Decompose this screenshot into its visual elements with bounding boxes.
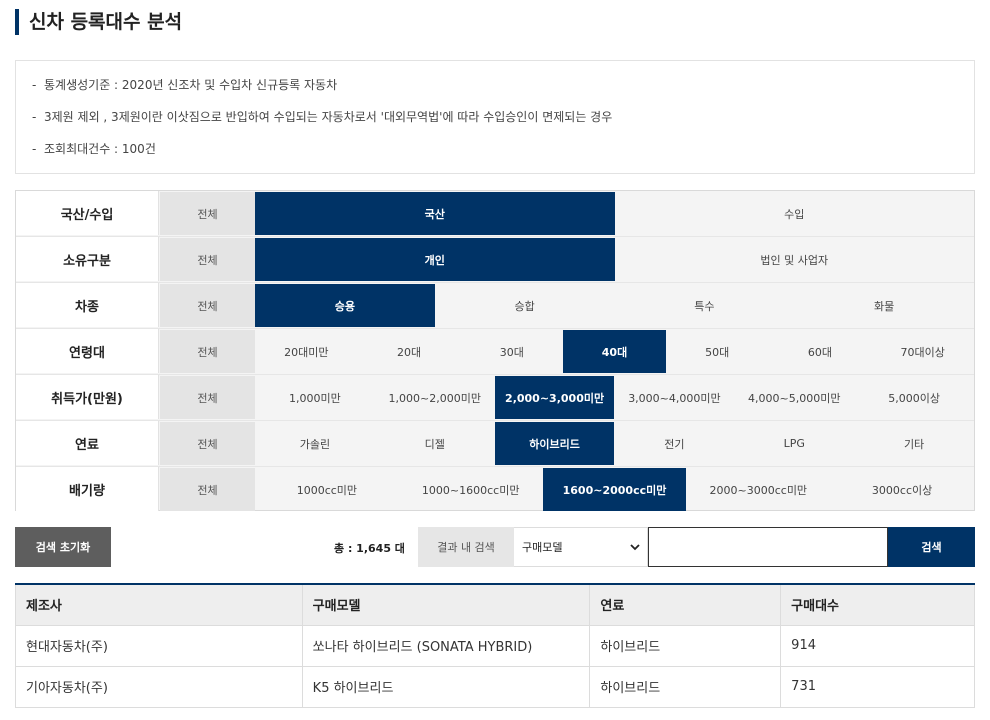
filter-option[interactable]: 70대이상 bbox=[871, 330, 974, 373]
filter-label: 국산/수입 bbox=[16, 191, 159, 235]
filter-option-all[interactable]: 전체 bbox=[160, 376, 255, 419]
filter-option[interactable]: 법인 및 사업자 bbox=[615, 238, 975, 281]
bullet-dash: - bbox=[32, 142, 37, 156]
filter-option[interactable]: 40대 bbox=[563, 330, 666, 373]
filter-label: 연료 bbox=[16, 421, 159, 465]
filter-option[interactable]: 화물 bbox=[794, 284, 974, 327]
search-button[interactable]: 검색 bbox=[888, 527, 975, 567]
table-row: 기아자동차(주) K5 하이브리드 하이브리드 731 bbox=[15, 665, 975, 708]
info-line: -3제원 제외 , 3제원이란 이삿짐으로 반입하여 수입되는 자동차로서 '대… bbox=[32, 108, 974, 140]
info-text: 3제원 제외 , 3제원이란 이삿짐으로 반입하여 수입되는 자동차로서 '대외… bbox=[44, 110, 613, 124]
column-header-count: 구매대수 bbox=[780, 584, 975, 626]
filter-option[interactable]: 특수 bbox=[615, 284, 795, 327]
filter-option[interactable]: 국산 bbox=[255, 192, 615, 235]
filter-label: 소유구분 bbox=[16, 237, 159, 281]
reset-search-button[interactable]: 검색 초기화 bbox=[15, 527, 111, 567]
filter-option[interactable]: 2,000~3,000미만 bbox=[494, 376, 615, 419]
filter-row-vehicle-type: 차종 전체 승용 승합 특수 화물 bbox=[16, 283, 974, 327]
filter-row-displacement: 배기량 전체 1000cc미만 1000~1600cc미만 1600~2000cc미만 2… bbox=[16, 467, 974, 511]
filter-option[interactable]: 디젤 bbox=[375, 422, 495, 465]
filter-option[interactable]: 4,000~5,000미만 bbox=[734, 376, 854, 419]
filter-option-all[interactable]: 전체 bbox=[160, 468, 255, 511]
search-field-select[interactable]: 구매모델 bbox=[514, 527, 648, 567]
filter-option[interactable]: 30대 bbox=[460, 330, 563, 373]
filter-option[interactable]: 50대 bbox=[666, 330, 769, 373]
filter-option[interactable]: 기타 bbox=[854, 422, 974, 465]
filter-row-age: 연령대 전체 20대미만 20대 30대 40대 50대 60대 70대이상 bbox=[16, 329, 974, 373]
filter-option[interactable]: 가솔린 bbox=[255, 422, 375, 465]
filter-option[interactable]: 1,000~2,000미만 bbox=[375, 376, 495, 419]
filter-label: 취득가(만원) bbox=[16, 375, 159, 419]
filter-option-all[interactable]: 전체 bbox=[160, 238, 255, 281]
result-table: 제조사 구매모델 연료 구매대수 현대자동차(주) 쏘나타 하이브리드 (SON… bbox=[15, 583, 975, 708]
filter-option-all[interactable]: 전체 bbox=[160, 422, 255, 465]
bullet-dash: - bbox=[32, 78, 37, 92]
filter-option[interactable]: 전기 bbox=[615, 422, 735, 465]
filter-option[interactable]: 개인 bbox=[255, 238, 615, 281]
filter-label: 연령대 bbox=[16, 329, 159, 373]
table-header-row: 제조사 구매모델 연료 구매대수 bbox=[15, 584, 975, 626]
filter-row-ownership: 소유구분 전체 개인 법인 및 사업자 bbox=[16, 237, 974, 281]
filter-label: 차종 bbox=[16, 283, 159, 327]
filter-option-all[interactable]: 전체 bbox=[160, 284, 255, 327]
filter-option[interactable]: 2000~3000cc미만 bbox=[686, 468, 830, 511]
filter-option-all[interactable]: 전체 bbox=[160, 330, 255, 373]
filter-option[interactable]: LPG bbox=[734, 422, 854, 465]
table-row: 현대자동차(주) 쏘나타 하이브리드 (SONATA HYBRID) 하이브리드… bbox=[15, 624, 975, 667]
filter-option[interactable]: 승용 bbox=[255, 284, 435, 327]
filter-row-price: 취득가(만원) 전체 1,000미만 1,000~2,000미만 2,000~3,000… bbox=[16, 375, 974, 419]
filter-option[interactable]: 승합 bbox=[435, 284, 615, 327]
bullet-dash: - bbox=[32, 110, 37, 124]
chevron-down-icon bbox=[630, 544, 640, 551]
cell-maker: 현대자동차(주) bbox=[15, 624, 303, 667]
info-line: - 조회최대건수 : 100건 bbox=[32, 140, 974, 172]
cell-fuel: 하이브리드 bbox=[589, 624, 782, 667]
cell-fuel: 하이브리드 bbox=[589, 665, 782, 708]
filter-option[interactable]: 수입 bbox=[615, 192, 975, 235]
info-line: - 통계생성기준 : 2020년 신조차 및 수입차 신규등록 자동차 bbox=[32, 76, 974, 108]
filter-option[interactable]: 1,000미만 bbox=[255, 376, 375, 419]
filter-option[interactable]: 1600~2000cc미만 bbox=[542, 468, 687, 511]
filter-option[interactable]: 3000cc이상 bbox=[830, 468, 974, 511]
page-title: 신차 등록대수 분석 bbox=[15, 9, 182, 35]
total-count: 총 : 1,645 대 bbox=[334, 542, 405, 555]
filter-option[interactable]: 1000~1600cc미만 bbox=[399, 468, 543, 511]
result-search-label: 결과 내 검색 bbox=[418, 527, 514, 567]
column-header-maker: 제조사 bbox=[15, 584, 303, 626]
column-header-fuel: 연료 bbox=[589, 584, 782, 626]
column-header-model: 구매모델 bbox=[301, 584, 591, 626]
info-text: 조회최대건수 : 100건 bbox=[44, 142, 156, 156]
filter-row-origin: 국산/수입 전체 국산 수입 bbox=[16, 191, 974, 235]
cell-maker: 기아자동차(주) bbox=[15, 665, 303, 708]
filter-row-fuel: 연료 전체 가솔린 디젤 하이브리드 전기 LPG 기타 bbox=[16, 421, 974, 465]
cell-count: 731 bbox=[780, 665, 975, 708]
cell-count: 914 bbox=[780, 624, 975, 667]
filter-option[interactable]: 20대 bbox=[358, 330, 461, 373]
filter-label: 배기량 bbox=[16, 467, 159, 511]
filter-option-all[interactable]: 전체 bbox=[160, 192, 255, 235]
cell-model: 쏘나타 하이브리드 (SONATA HYBRID) bbox=[301, 624, 591, 667]
filter-option[interactable]: 60대 bbox=[769, 330, 872, 373]
cell-model: K5 하이브리드 bbox=[301, 665, 591, 708]
filter-option[interactable]: 3,000~4,000미만 bbox=[615, 376, 735, 419]
info-box: - 통계생성기준 : 2020년 신조차 및 수입차 신규등록 자동차 -3제원 … bbox=[15, 60, 975, 174]
filter-option[interactable]: 1000cc미만 bbox=[255, 468, 399, 511]
filter-option[interactable]: 5,000이상 bbox=[854, 376, 974, 419]
filter-panel: 국산/수입 전체 국산 수입 소유구분 전체 개인 법인 및 사업자 차종 전체 승용 승합 특수 화물 연… bbox=[15, 190, 975, 511]
search-input[interactable] bbox=[648, 527, 888, 567]
filter-option[interactable]: 20대미만 bbox=[255, 330, 358, 373]
search-field-value: 구매모델 bbox=[522, 541, 563, 554]
filter-option[interactable]: 하이브리드 bbox=[494, 422, 615, 465]
info-text: 통계생성기준 : 2020년 신조차 및 수입차 신규등록 자동차 bbox=[44, 78, 338, 92]
